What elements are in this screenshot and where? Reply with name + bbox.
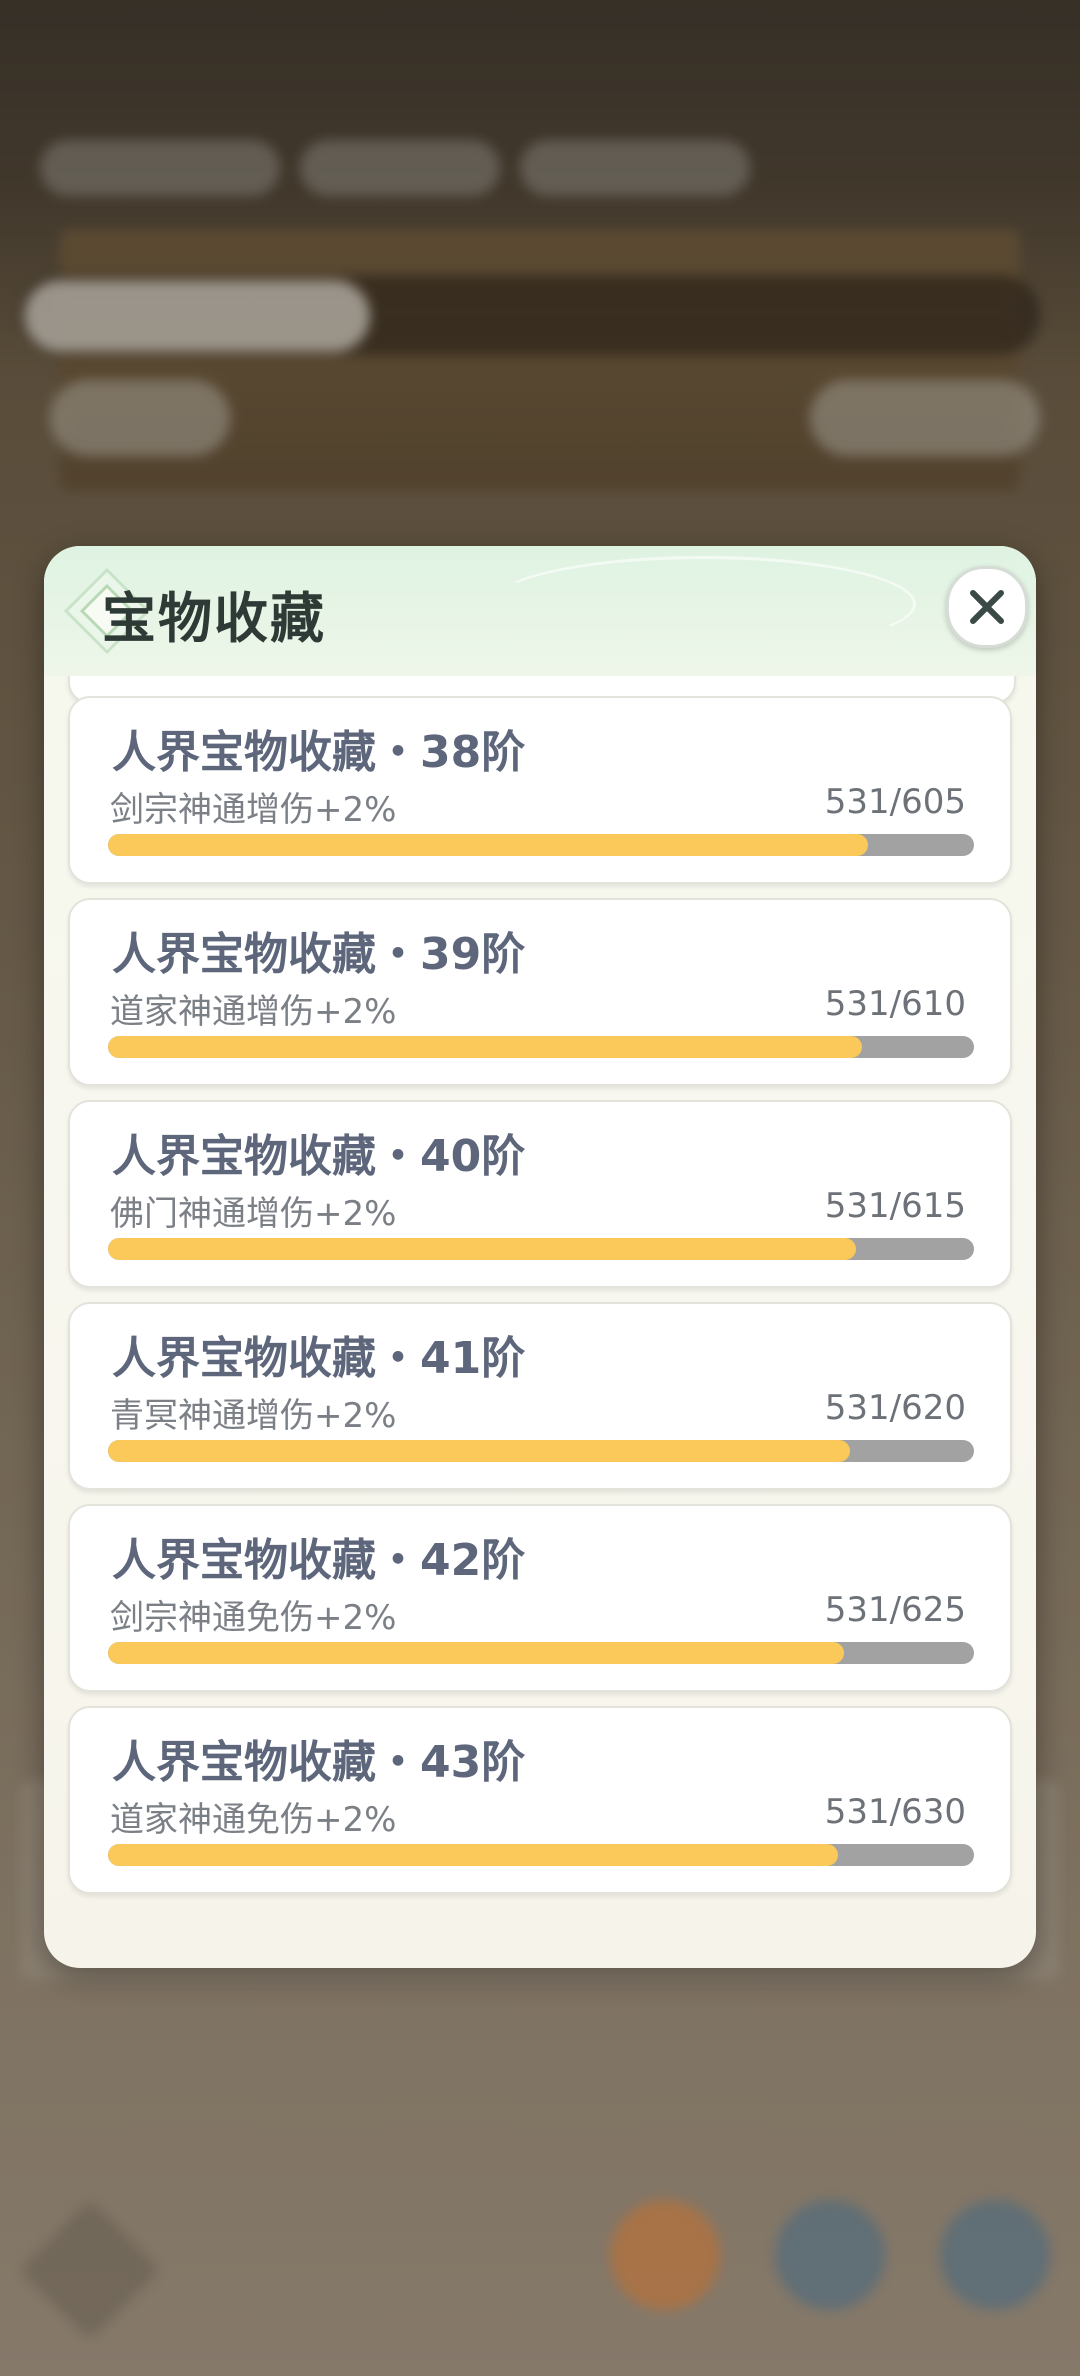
collection-card: 人界宝物收藏・38阶 剑宗神通增伤+2% 531/605 [68,696,1012,884]
treasure-collection-modal: 宝物收藏 人界宝物收藏・38阶 剑宗神通增伤+2% 531/605 人界宝物收藏… [44,546,1036,1968]
progress-bar [108,1440,974,1462]
modal-header: 宝物收藏 [44,546,1036,676]
progress-bar [108,1036,974,1058]
card-title: 人界宝物收藏・39阶 [112,929,526,980]
card-title: 人界宝物收藏・43阶 [112,1737,526,1788]
card-effect: 道家神通增伤+2% [110,992,397,1032]
progress-count: 531/605 [824,782,966,822]
card-effect: 道家神通免伤+2% [110,1800,397,1840]
progress-count: 531/630 [824,1792,966,1832]
card-title: 人界宝物收藏・42阶 [112,1535,526,1586]
card-title: 人界宝物收藏・41阶 [112,1333,526,1384]
progress-fill [108,834,869,856]
card-effect: 剑宗神通免伤+2% [110,1598,397,1638]
card-effect: 青冥神通增伤+2% [110,1396,397,1436]
game-screen: 宝物收藏 人界宝物收藏・38阶 剑宗神通增伤+2% 531/605 人界宝物收藏… [0,0,1080,2376]
progress-bar [108,1238,974,1260]
progress-count: 531/620 [824,1388,966,1428]
close-button[interactable] [946,566,1028,648]
progress-fill [108,1036,862,1058]
collection-card: 人界宝物收藏・39阶 道家神通增伤+2% 531/610 [68,898,1012,1086]
card-title: 人界宝物收藏・40阶 [112,1131,526,1182]
card-effect: 佛门神通增伤+2% [110,1194,397,1234]
progress-fill [108,1238,856,1260]
progress-count: 531/610 [824,984,966,1024]
card-title: 人界宝物收藏・38阶 [112,727,526,778]
collection-card: 人界宝物收藏・42阶 剑宗神通免伤+2% 531/625 [68,1504,1012,1692]
progress-fill [108,1844,838,1866]
progress-count: 531/615 [824,1186,966,1226]
progress-bar [108,1844,974,1866]
header-decoration [490,556,916,652]
progress-fill [108,1642,844,1664]
progress-bar [108,834,974,856]
close-icon [970,590,1004,624]
modal-title: 宝物收藏 [102,587,326,650]
collection-card: 人界宝物收藏・40阶 佛门神通增伤+2% 531/615 [68,1100,1012,1288]
progress-count: 531/625 [824,1590,966,1630]
collection-card: 人界宝物收藏・41阶 青冥神通增伤+2% 531/620 [68,1302,1012,1490]
collection-card: 人界宝物收藏・43阶 道家神通免伤+2% 531/630 [68,1706,1012,1894]
progress-bar [108,1642,974,1664]
card-effect: 剑宗神通增伤+2% [110,790,397,830]
progress-fill [108,1440,850,1462]
collection-list[interactable]: 人界宝物收藏・38阶 剑宗神通增伤+2% 531/605 人界宝物收藏・39阶 … [44,676,1036,1956]
